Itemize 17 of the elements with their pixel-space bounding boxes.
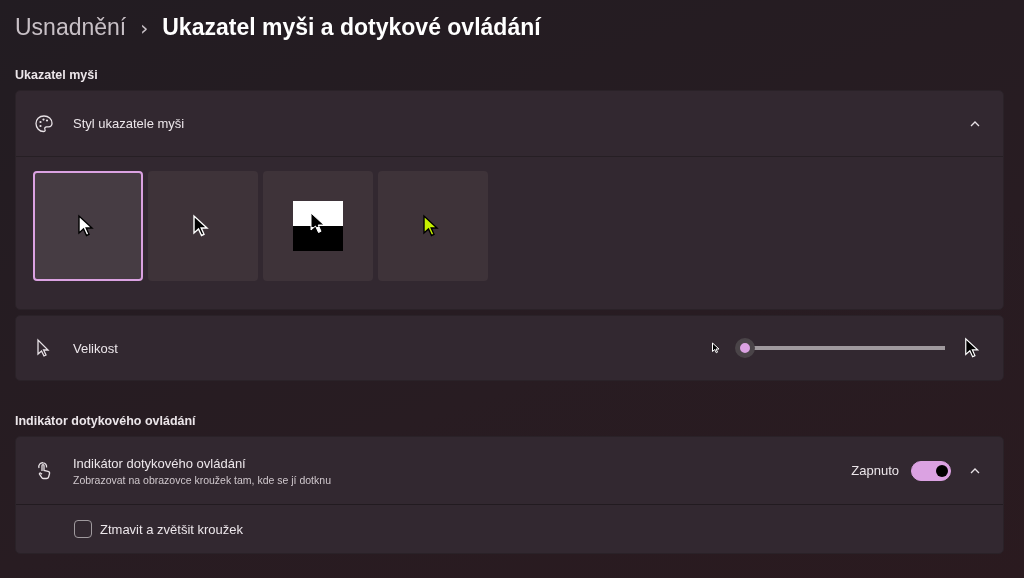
checkbox-label: Ztmavit a zvětšit kroužek (100, 521, 244, 537)
setting-label: Styl ukazatele myši (73, 116, 185, 131)
checkbox[interactable] (74, 520, 92, 538)
inverted-cursor-icon (293, 201, 343, 251)
slider-thumb[interactable] (735, 338, 755, 358)
toggle-switch[interactable] (911, 460, 951, 481)
toggle-state-label: Zapnuto (851, 463, 899, 478)
section-heading: Ukazatel myši (15, 68, 99, 82)
breadcrumb-separator: › (140, 16, 149, 40)
setting-description: Zobrazovat na obrazovce kroužek tam, kde se jí dotknu (73, 473, 331, 486)
setting-label: Indikátor dotykového ovládání (73, 455, 247, 471)
breadcrumb-link[interactable]: Usnadnění (15, 14, 127, 41)
page-title: Ukazatel myši a dotykové ovládání (162, 14, 541, 41)
section-heading: Indikátor dotykového ovládání (15, 414, 197, 428)
setting-label: Velikost (73, 340, 118, 356)
pointer-style-option[interactable] (263, 171, 373, 281)
palette-icon (34, 113, 54, 134)
